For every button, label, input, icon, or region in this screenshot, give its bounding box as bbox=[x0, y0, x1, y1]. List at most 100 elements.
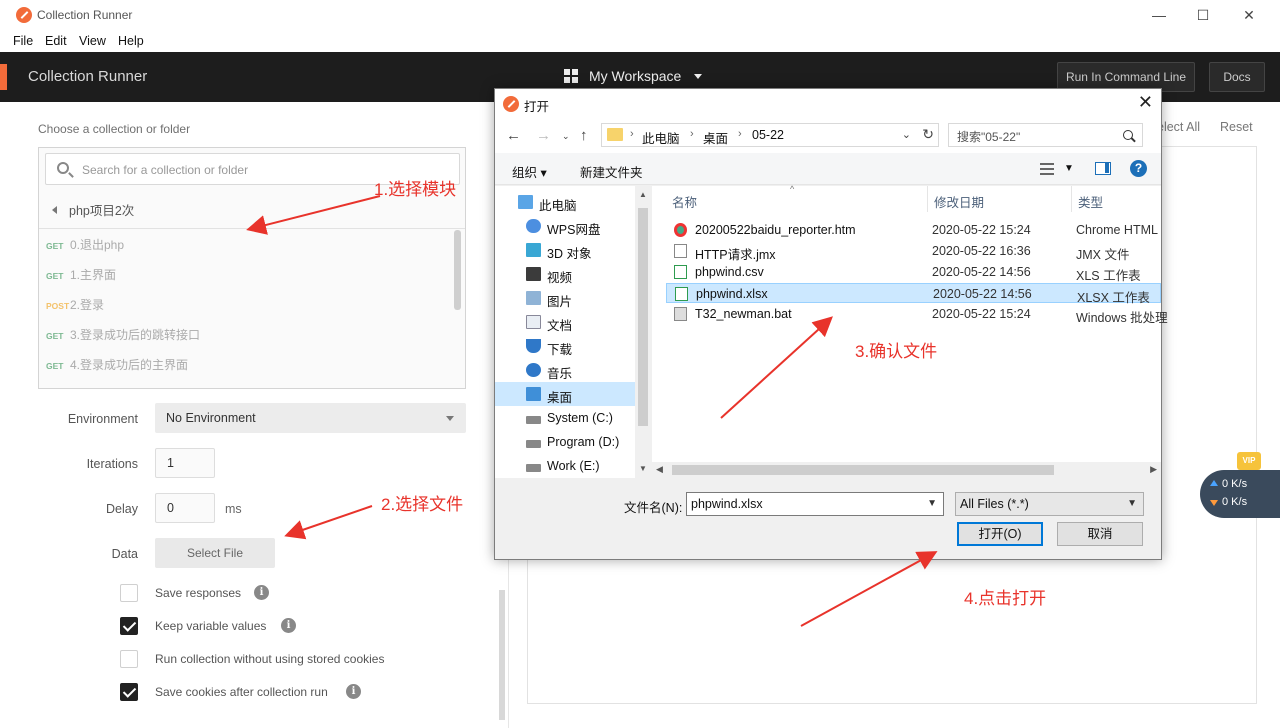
scroll-right-icon[interactable]: ▶ bbox=[1150, 464, 1157, 475]
select-file-button[interactable]: Select File bbox=[155, 538, 275, 568]
path-segment[interactable]: 桌面 bbox=[703, 128, 728, 147]
keep-variable-values-checkbox[interactable] bbox=[120, 617, 138, 635]
scroll-thumb[interactable] bbox=[638, 208, 648, 426]
request-item[interactable]: POST2.登录 bbox=[46, 296, 104, 313]
iterations-input[interactable]: 1 bbox=[155, 448, 215, 478]
minimize-button[interactable]: — bbox=[1144, 4, 1174, 26]
nav-item-documents[interactable]: 文档 bbox=[495, 310, 635, 334]
file-row[interactable]: T32_newman.bat 2020-05-22 15:24 Windows 批处… bbox=[666, 304, 1168, 325]
cloud-icon bbox=[526, 219, 541, 233]
search-icon bbox=[1123, 130, 1133, 140]
back-arrow-icon[interactable]: ← bbox=[506, 127, 521, 144]
nav-item-this-pc[interactable]: 此电脑 bbox=[495, 190, 635, 214]
open-button[interactable]: 打开(O) bbox=[957, 522, 1043, 546]
cancel-button[interactable]: 取消 bbox=[1057, 522, 1143, 546]
nav-item-drive-d[interactable]: Program (D:) bbox=[495, 430, 635, 454]
menu-edit[interactable]: Edit bbox=[45, 34, 67, 48]
nav-scrollbar[interactable]: ▲ ▼ bbox=[635, 186, 651, 478]
docs-button[interactable]: Docs bbox=[1209, 62, 1265, 92]
info-icon[interactable]: i bbox=[281, 618, 296, 633]
nav-item-pictures[interactable]: 图片 bbox=[495, 286, 635, 310]
file-type: Chrome HTML bbox=[1076, 223, 1158, 237]
save-cookies-checkbox[interactable] bbox=[120, 683, 138, 701]
delay-input[interactable]: 0 bbox=[155, 493, 215, 523]
refresh-icon[interactable]: ↻ bbox=[922, 126, 934, 143]
nav-item-drive-c[interactable]: System (C:) bbox=[495, 406, 635, 430]
annotation-step-1: 1.选择模块 bbox=[374, 180, 457, 199]
batch-file-icon bbox=[674, 307, 687, 321]
column-header-date[interactable]: 修改日期 bbox=[928, 186, 1072, 212]
keep-variable-values-label: Keep variable values bbox=[155, 619, 267, 633]
maximize-button[interactable]: ☐ bbox=[1188, 4, 1218, 26]
grid-icon bbox=[564, 69, 578, 83]
file-row[interactable]: phpwind.csv 2020-05-22 14:56 XLS 工作表 bbox=[666, 262, 1161, 283]
forward-arrow-icon[interactable]: → bbox=[536, 127, 551, 144]
nav-item-music[interactable]: 音乐 bbox=[495, 358, 635, 382]
file-type-select[interactable]: All Files (*.*) ▼ bbox=[955, 492, 1144, 516]
request-list-scrollbar[interactable] bbox=[454, 230, 461, 310]
annotation-step-3: 3.确认文件 bbox=[855, 342, 938, 361]
drive-icon bbox=[526, 416, 541, 424]
scroll-up-icon[interactable]: ▲ bbox=[639, 190, 647, 199]
chevron-right-icon: › bbox=[738, 128, 742, 140]
info-icon[interactable]: i bbox=[254, 585, 269, 600]
file-row[interactable]: 20200522baidu_reporter.htm 2020-05-22 15:… bbox=[666, 220, 1161, 240]
network-speed-widget[interactable]: 0 K/s 0 K/s bbox=[1200, 470, 1280, 518]
no-stored-cookies-checkbox[interactable] bbox=[120, 650, 138, 668]
request-item[interactable]: GET 1.主界面 bbox=[46, 266, 116, 283]
method-badge: GET bbox=[46, 241, 64, 251]
scroll-left-icon[interactable]: ◀ bbox=[656, 464, 663, 475]
chevron-down-icon bbox=[694, 74, 702, 79]
method-badge: GET bbox=[46, 331, 64, 341]
select-all-button[interactable]: elect All bbox=[1157, 120, 1200, 134]
file-row-selected[interactable]: phpwind.xlsx 2020-05-22 14:56 XLSX 工作表 bbox=[666, 283, 1161, 305]
search-icon bbox=[57, 162, 69, 174]
environment-select[interactable]: No Environment bbox=[155, 403, 466, 433]
view-options-icon[interactable] bbox=[1040, 163, 1054, 175]
menu-file[interactable]: File bbox=[13, 34, 33, 48]
nav-item-3d-objects[interactable]: 3D 对象 bbox=[495, 238, 635, 262]
request-item[interactable]: GET 4.登录成功后的主界面 bbox=[46, 356, 188, 373]
path-segment[interactable]: 此电脑 bbox=[642, 128, 680, 147]
filename-label: 文件名(N): bbox=[624, 501, 683, 515]
file-list-hscrollbar[interactable]: ◀ ▶ bbox=[652, 462, 1161, 478]
chevron-down-icon[interactable]: ▼ bbox=[927, 498, 937, 509]
menu-view[interactable]: View bbox=[79, 34, 106, 48]
nav-item-wps-cloud[interactable]: WPS网盘 bbox=[495, 214, 635, 238]
file-name: phpwind.xlsx bbox=[696, 287, 768, 301]
file-name: 20200522baidu_reporter.htm bbox=[695, 223, 856, 237]
request-item[interactable]: GET 0.退出php bbox=[46, 236, 124, 253]
nav-item-drive-e[interactable]: Work (E:) bbox=[495, 454, 635, 478]
filename-input[interactable]: phpwind.xlsx ▼ bbox=[686, 492, 944, 516]
info-icon[interactable]: i bbox=[346, 684, 361, 699]
new-folder-button[interactable]: 新建文件夹 bbox=[580, 162, 643, 181]
folder-search-input[interactable]: 搜索"05-22" bbox=[948, 123, 1143, 147]
reset-button[interactable]: Reset bbox=[1220, 120, 1253, 134]
path-segment[interactable]: 05-22 bbox=[752, 128, 784, 142]
settings-scrollbar[interactable] bbox=[499, 590, 505, 720]
address-bar[interactable]: › 此电脑 › 桌面 › 05-22 ⌄ ↻ bbox=[601, 123, 939, 147]
nav-item-desktop[interactable]: 桌面 bbox=[495, 382, 635, 406]
nav-label: 下载 bbox=[547, 343, 573, 357]
chevron-down-icon[interactable]: ⌄ bbox=[902, 128, 911, 141]
nav-item-videos[interactable]: 视频 bbox=[495, 262, 635, 286]
column-header-name[interactable]: 名称 ^ bbox=[652, 184, 928, 212]
organize-menu[interactable]: 组织 ▾ bbox=[512, 162, 547, 181]
nav-item-downloads[interactable]: 下载 bbox=[495, 334, 635, 358]
scroll-thumb[interactable] bbox=[672, 465, 1054, 475]
file-row[interactable]: HTTP请求.jmx 2020-05-22 16:36 JMX 文件 bbox=[666, 241, 1161, 262]
recent-dropdown-icon[interactable]: ⌄ bbox=[562, 131, 570, 142]
up-arrow-icon[interactable]: ↑ bbox=[580, 127, 588, 144]
chevron-down-icon[interactable]: ▼ bbox=[1064, 163, 1074, 174]
preview-pane-icon[interactable] bbox=[1095, 162, 1111, 175]
scroll-down-icon[interactable]: ▼ bbox=[639, 464, 647, 473]
save-responses-checkbox[interactable] bbox=[120, 584, 138, 602]
divider bbox=[39, 228, 465, 229]
close-button[interactable]: ✕ bbox=[1234, 4, 1264, 26]
column-header-type[interactable]: 类型 bbox=[1072, 186, 1161, 212]
menu-help[interactable]: Help bbox=[118, 34, 144, 48]
dialog-close-button[interactable]: ✕ bbox=[1138, 92, 1153, 113]
request-item[interactable]: GET 3.登录成功后的跳转接口 bbox=[46, 326, 200, 343]
help-icon[interactable]: ? bbox=[1130, 160, 1147, 177]
collection-breadcrumb[interactable]: php项目2次 bbox=[52, 200, 134, 219]
